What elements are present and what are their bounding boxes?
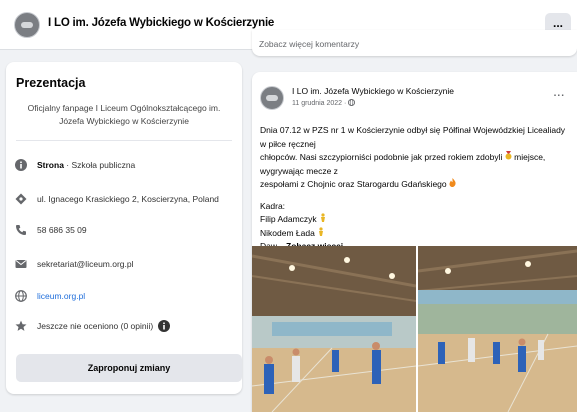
divider <box>16 140 232 141</box>
envelope-icon <box>14 257 28 271</box>
post-author-name[interactable]: I LO im. Józefa Wybickiego w Kościerzyni… <box>292 86 454 96</box>
post-text-segment: chłopców. Nasi szczypiorniści podobnie j… <box>260 152 503 162</box>
post-text-line: chłopców. Nasi szczypiorniści podobnie j… <box>260 151 572 178</box>
handball-icon <box>317 226 325 238</box>
phone-row: 58 686 35 09 <box>14 221 87 239</box>
page-avatar[interactable] <box>14 12 40 38</box>
email-text: sekretariat@liceum.org.pl <box>37 259 134 269</box>
website-link[interactable]: liceum.org.pl <box>37 291 85 301</box>
post-text-line: zespołami z Chojnic oraz Starogardu Gdań… <box>260 178 572 192</box>
intro-description: Oficjalny fanpage I Liceum Ogólnokształc… <box>27 103 221 126</box>
post-options-button[interactable]: ... <box>554 88 565 99</box>
post-body: Dnia 07.12 w PZS nr 1 w Kościerzynie odb… <box>260 124 572 254</box>
category-row: Strona · Szkoła publiczna <box>14 156 135 174</box>
intro-heading: Prezentacja <box>16 76 86 90</box>
globe-icon <box>348 98 356 107</box>
player-line: Nikodem Łada <box>260 226 572 241</box>
fire-icon <box>449 178 456 189</box>
post-photo[interactable] <box>252 246 416 412</box>
post-author-avatar[interactable] <box>260 86 284 110</box>
info-icon <box>14 158 28 172</box>
propose-changes-button[interactable]: Zaproponuj zmiany <box>16 354 242 382</box>
post-card: I LO im. Józefa Wybickiego w Kościerzyni… <box>252 72 577 412</box>
handball-icon <box>319 213 327 224</box>
kadra-label: Kadra: <box>260 200 286 211</box>
rating-text: Jeszcze nie oceniono (0 opinii) <box>37 321 154 331</box>
location-pin-icon <box>14 192 28 206</box>
phone-text: 58 686 35 09 <box>37 225 87 235</box>
medal-icon <box>505 151 512 162</box>
intro-card: Prezentacja Oficjalny fanpage I Liceum O… <box>6 62 242 394</box>
category-label: Strona <box>37 160 64 170</box>
post-date-text[interactable]: 11 grudnia 2022 · <box>292 100 346 107</box>
star-icon <box>14 319 28 333</box>
previous-post: Zobacz więcej komentarzy <box>252 30 577 56</box>
website-row: liceum.org.pl <box>14 287 85 305</box>
post-text-line: Dnia 07.12 w PZS nr 1 w Kościerzynie odb… <box>260 125 566 149</box>
info-icon[interactable] <box>157 319 171 333</box>
globe-icon <box>14 289 28 303</box>
post-text-segment: zespołami z Chojnic oraz Starogardu Gdań… <box>260 179 447 189</box>
see-more-comments-link[interactable]: Zobacz więcej komentarzy <box>259 39 359 49</box>
phone-icon <box>14 223 28 237</box>
post-photo[interactable] <box>418 246 577 412</box>
address-text: ul. Ignacego Krasickiego 2, Koscierzyna,… <box>37 194 219 204</box>
category-value: · Szkoła publiczna <box>66 160 136 170</box>
page-title[interactable]: I LO im. Józefa Wybickiego w Kościerzyni… <box>48 17 274 29</box>
email-row: sekretariat@liceum.org.pl <box>14 255 134 273</box>
player-name: Filip Adamczyk <box>260 214 317 224</box>
rating-row: Jeszcze nie oceniono (0 opinii) <box>14 317 171 335</box>
player-name: Nikodem Łada <box>260 227 315 238</box>
post-date[interactable]: 11 grudnia 2022 · <box>292 98 356 107</box>
player-line: Filip Adamczyk <box>260 213 572 227</box>
address-row: ul. Ignacego Krasickiego 2, Koscierzyna,… <box>14 190 219 208</box>
